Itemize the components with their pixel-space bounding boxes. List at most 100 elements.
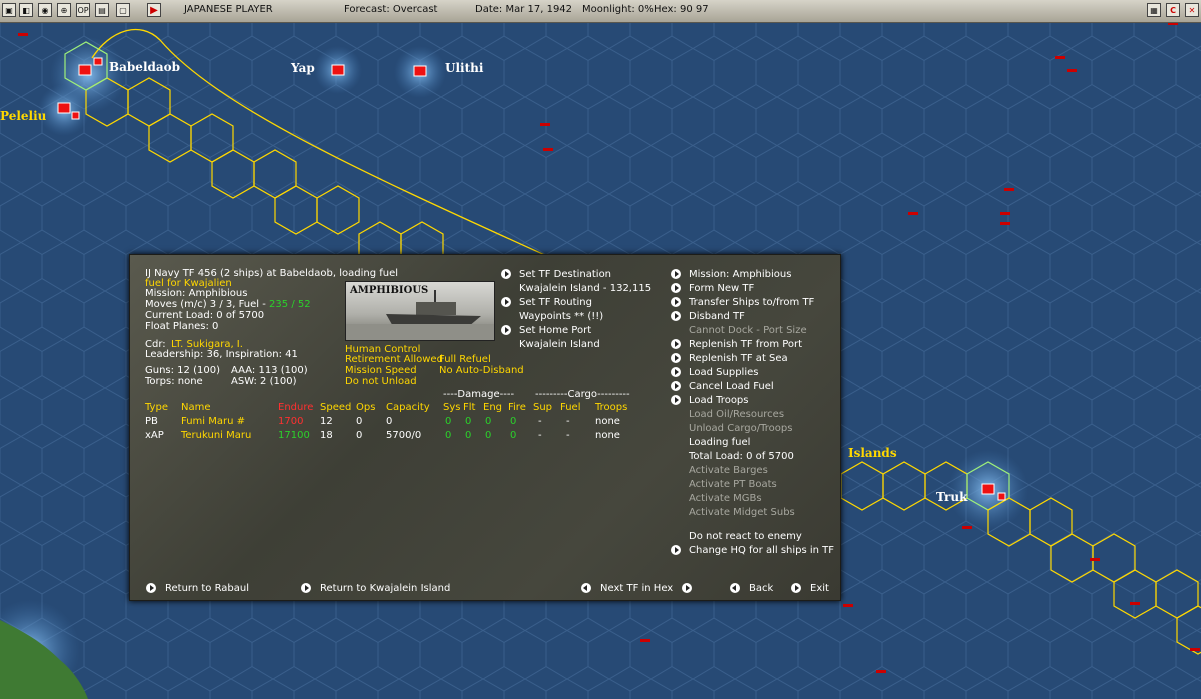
base-marker-ulithi <box>413 65 427 77</box>
replenish-sea-button[interactable]: Replenish TF at Sea <box>689 353 788 365</box>
cancel-load-fuel-arrow-icon[interactable] <box>671 381 681 391</box>
row-sys: 0 <box>445 416 452 427</box>
col-sup[interactable]: Sup <box>533 402 552 414</box>
base-marker-peleliu <box>57 102 71 114</box>
replenish-port-arrow-icon[interactable] <box>671 339 681 349</box>
exit-button[interactable]: Exit <box>810 583 829 595</box>
order-no-auto-disband[interactable]: No Auto-Disband <box>439 365 524 377</box>
set-home-port-button[interactable]: Set Home Port <box>519 325 591 337</box>
col-flt[interactable]: Flt <box>463 402 475 414</box>
row-type: xAP <box>145 430 164 441</box>
base-marker-yap <box>331 64 345 76</box>
home-port-value: Kwajalein Island <box>519 339 600 350</box>
mission-arrow-icon[interactable] <box>671 269 681 279</box>
prev-tf-arrow-icon[interactable] <box>581 583 591 593</box>
map-label-yap[interactable]: Yap <box>291 61 315 75</box>
order-do-not-unload[interactable]: Do not Unload <box>345 376 417 388</box>
target-icon[interactable]: ⊕ <box>57 3 71 17</box>
col-name[interactable]: Name <box>181 402 211 414</box>
col-fuel[interactable]: Fuel <box>560 402 580 414</box>
load-troops-arrow-icon[interactable] <box>671 395 681 405</box>
change-hq-arrow-icon[interactable] <box>671 545 681 555</box>
return-rabaul-arrow-icon[interactable] <box>146 583 156 593</box>
return-rabaul-button[interactable]: Return to Rabaul <box>165 583 249 595</box>
do-not-react-toggle[interactable]: Do not react to enemy <box>689 531 802 543</box>
row-fuel: - <box>566 430 570 441</box>
play-icon[interactable]: ▶ <box>147 3 161 17</box>
tf-asw: ASW: 2 (100) <box>231 376 297 387</box>
load-supplies-button[interactable]: Load Supplies <box>689 367 758 379</box>
task-force-dialog: IJ Navy TF 456 (2 ships) at Babeldaob, l… <box>129 254 841 601</box>
load-supplies-arrow-icon[interactable] <box>671 367 681 377</box>
col-ops[interactable]: Ops <box>356 402 375 414</box>
c-icon[interactable]: C <box>1166 3 1180 17</box>
replenish-port-button[interactable]: Replenish TF from Port <box>689 339 802 351</box>
set-home-port-arrow-icon[interactable] <box>501 325 511 335</box>
row-name[interactable]: Fumi Maru # <box>181 416 245 428</box>
set-routing-arrow-icon[interactable] <box>501 297 511 307</box>
col-sys[interactable]: Sys <box>443 402 460 414</box>
map-label-babeldaob[interactable]: Babeldaob <box>109 60 180 74</box>
globe-icon[interactable]: ◉ <box>38 3 52 17</box>
replenish-sea-arrow-icon[interactable] <box>671 353 681 363</box>
map-label-truk[interactable]: Truk <box>936 490 967 504</box>
form-new-tf-arrow-icon[interactable] <box>671 283 681 293</box>
top-toolbar: ▣ ◧ ◉ ⊕ OP ▤ ▢ ▶ JAPANESE PLAYER Forecas… <box>0 0 1201 23</box>
load-oil-label: Load Oil/Resources <box>689 409 785 420</box>
row-endure: 1700 <box>278 416 304 427</box>
return-kwajalein-button[interactable]: Return to Kwajalein Island <box>320 583 450 595</box>
exit-arrow-icon[interactable] <box>791 583 801 593</box>
change-hq-button[interactable]: Change HQ for all ships in TF <box>689 545 834 557</box>
set-destination-arrow-icon[interactable] <box>501 269 511 279</box>
toggle-icon[interactable]: ◧ <box>19 3 33 17</box>
mission-button[interactable]: Mission: Amphibious <box>689 269 791 281</box>
cancel-load-fuel-button[interactable]: Cancel Load Fuel <box>689 381 774 393</box>
set-destination-button[interactable]: Set TF Destination <box>519 269 611 281</box>
col-type[interactable]: Type <box>145 402 168 414</box>
back-button[interactable]: Back <box>749 583 773 595</box>
next-tf-in-hex-button[interactable]: Next TF in Hex <box>600 583 673 595</box>
cargo-group-header: ---------Cargo--------- <box>535 389 630 400</box>
row-speed: 18 <box>320 430 333 441</box>
map-label-islands[interactable]: Islands <box>848 446 897 460</box>
col-speed[interactable]: Speed <box>320 402 351 414</box>
row-speed: 12 <box>320 416 333 427</box>
back-arrow-icon[interactable] <box>730 583 740 593</box>
row-sys: 0 <box>445 430 452 441</box>
load-troops-button[interactable]: Load Troops <box>689 395 749 407</box>
op-icon[interactable]: OP <box>76 3 90 17</box>
tf-torps: Torps: none <box>145 376 203 387</box>
window-icon[interactable]: ▢ <box>116 3 130 17</box>
set-routing-button[interactable]: Set TF Routing <box>519 297 592 309</box>
report-icon[interactable]: ▤ <box>95 3 109 17</box>
row-type: PB <box>145 416 158 427</box>
disband-tf-button[interactable]: Disband TF <box>689 311 745 323</box>
col-troops[interactable]: Troops <box>595 402 627 414</box>
cannot-dock-label: Cannot Dock - Port Size <box>689 325 807 336</box>
row-troops: none <box>595 430 620 441</box>
row-fire: 0 <box>510 430 517 441</box>
close-icon[interactable]: ✕ <box>1185 3 1199 17</box>
col-capacity[interactable]: Capacity <box>386 402 430 414</box>
disband-tf-arrow-icon[interactable] <box>671 311 681 321</box>
base-marker-peleliu-2 <box>71 111 80 120</box>
activate-barges-label: Activate Barges <box>689 465 768 476</box>
return-kwajalein-arrow-icon[interactable] <box>301 583 311 593</box>
next-tf-arrow-icon[interactable] <box>682 583 692 593</box>
form-new-tf-button[interactable]: Form New TF <box>689 283 754 295</box>
total-load-status: Total Load: 0 of 5700 <box>689 451 794 462</box>
row-ops: 0 <box>356 416 363 427</box>
col-endure[interactable]: Endure <box>278 402 313 414</box>
map-label-ulithi[interactable]: Ulithi <box>445 61 483 75</box>
col-fire[interactable]: Fire <box>508 402 526 414</box>
map-icon[interactable]: ▦ <box>1147 3 1161 17</box>
transfer-ships-arrow-icon[interactable] <box>671 297 681 307</box>
col-eng[interactable]: Eng <box>483 402 502 414</box>
row-fuel: - <box>566 416 570 427</box>
row-name[interactable]: Terukuni Maru <box>181 430 251 442</box>
save-icon[interactable]: ▣ <box>2 3 16 17</box>
transfer-ships-button[interactable]: Transfer Ships to/from TF <box>689 297 814 309</box>
map-label-peleliu[interactable]: Peleliu <box>0 109 46 123</box>
destination-value: Kwajalein Island - 132,115 <box>519 283 652 294</box>
row-capacity: 5700/0 <box>386 430 422 441</box>
